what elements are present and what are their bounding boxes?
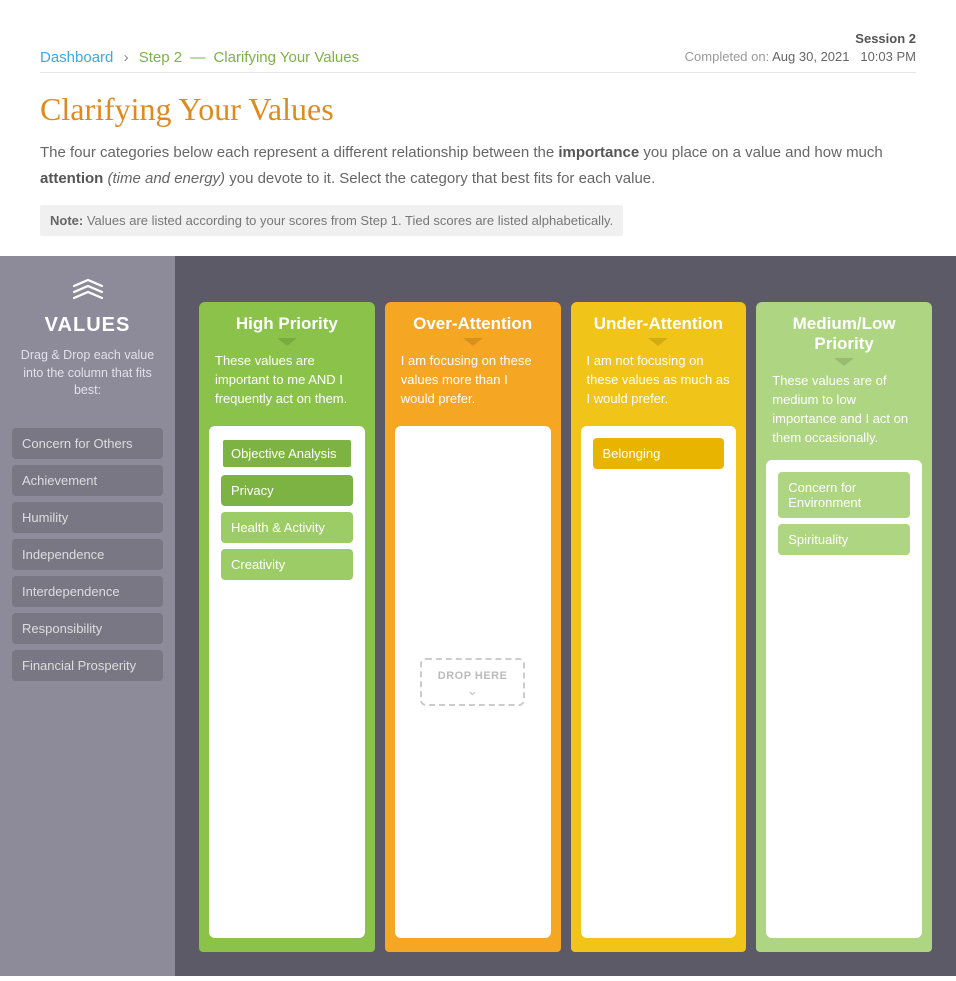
- note-label: Note:: [50, 213, 83, 228]
- sidebar-pointer-icon: [78, 410, 98, 420]
- sidebar-value-item[interactable]: Achievement: [12, 465, 163, 496]
- breadcrumb-separator: ›: [124, 49, 129, 66]
- breadcrumb: Dashboard › Step 2 — Clarifying Your Val…: [40, 49, 359, 66]
- chevron-down-icon: ⌄: [438, 684, 508, 698]
- column-title: Under-Attention: [581, 302, 737, 350]
- intro-post: you devote to it. Select the category th…: [225, 170, 655, 187]
- column-description: I am not focusing on these values as muc…: [581, 350, 737, 426]
- column-description: I am focusing on these values more than …: [395, 350, 551, 426]
- breadcrumb-title: Clarifying Your Values: [213, 49, 359, 66]
- column-green: High PriorityThese values are important …: [199, 302, 375, 952]
- values-sidebar: VALUES Drag & Drop each value into the c…: [0, 256, 175, 976]
- column-yellow: Under-AttentionI am not focusing on thes…: [571, 302, 747, 952]
- session-meta: Session 2 Completed on: Aug 30, 2021 10:…: [685, 30, 916, 66]
- column-title: High Priority: [209, 302, 365, 350]
- breadcrumb-dash: —: [190, 49, 205, 66]
- value-chip[interactable]: Creativity: [221, 549, 353, 580]
- sidebar-value-item[interactable]: Concern for Others: [12, 428, 163, 459]
- divider: [40, 72, 916, 73]
- completed-time: 10:03 PM: [860, 49, 916, 64]
- value-chip[interactable]: Privacy: [221, 475, 353, 506]
- sidebar-value-item[interactable]: Independence: [12, 539, 163, 570]
- intro-text: The four categories below each represent…: [40, 140, 916, 191]
- completed-label: Completed on:: [685, 49, 770, 64]
- column-orange: Over-AttentionI am focusing on these val…: [385, 302, 561, 952]
- value-chip[interactable]: Health & Activity: [221, 512, 353, 543]
- column-title: Medium/Low Priority: [766, 302, 922, 370]
- note-text: Values are listed according to your scor…: [83, 213, 613, 228]
- page-title: Clarifying Your Values: [40, 91, 916, 128]
- column-dropzone[interactable]: Belonging: [581, 426, 737, 938]
- drop-here-placeholder[interactable]: DROP HERE⌄: [420, 658, 526, 706]
- completed-date: Aug 30, 2021: [772, 49, 849, 64]
- intro-strong-attention: attention: [40, 170, 103, 187]
- values-heading: VALUES: [12, 314, 163, 337]
- column-dropzone[interactable]: Objective Analysis Privacy Health & Activi…: [209, 426, 365, 938]
- breadcrumb-step: Step 2: [139, 49, 182, 66]
- value-chip[interactable]: Spirituality: [778, 524, 910, 555]
- column-lgreen: Medium/Low PriorityThese values are of m…: [756, 302, 932, 952]
- value-chip[interactable]: Objective Analysis: [221, 438, 353, 469]
- session-label: Session 2: [685, 30, 916, 48]
- intro-pre: The four categories below each represent…: [40, 144, 558, 161]
- value-chip[interactable]: Concern for Environment: [778, 472, 910, 518]
- column-title: Over-Attention: [395, 302, 551, 350]
- values-logo-icon: [68, 276, 108, 306]
- sidebar-instruction: Drag & Drop each value into the column t…: [12, 347, 163, 400]
- sidebar-value-item[interactable]: Responsibility: [12, 613, 163, 644]
- sidebar-value-item[interactable]: Interdependence: [12, 576, 163, 607]
- breadcrumb-dashboard-link[interactable]: Dashboard: [40, 49, 113, 66]
- column-description: These values are of medium to low import…: [766, 370, 922, 459]
- sidebar-value-item[interactable]: Financial Prosperity: [12, 650, 163, 681]
- sidebar-value-item[interactable]: Humility: [12, 502, 163, 533]
- column-dropzone[interactable]: Concern for Environment Spirituality: [766, 460, 922, 939]
- note-box: Note: Values are listed according to you…: [40, 205, 623, 236]
- intro-italic: (time and energy): [103, 170, 225, 187]
- value-chip[interactable]: Belonging: [593, 438, 725, 469]
- intro-strong-importance: importance: [558, 144, 639, 161]
- column-description: These values are important to me AND I f…: [209, 350, 365, 426]
- intro-mid: you place on a value and how much: [639, 144, 883, 161]
- column-dropzone[interactable]: DROP HERE⌄: [395, 426, 551, 938]
